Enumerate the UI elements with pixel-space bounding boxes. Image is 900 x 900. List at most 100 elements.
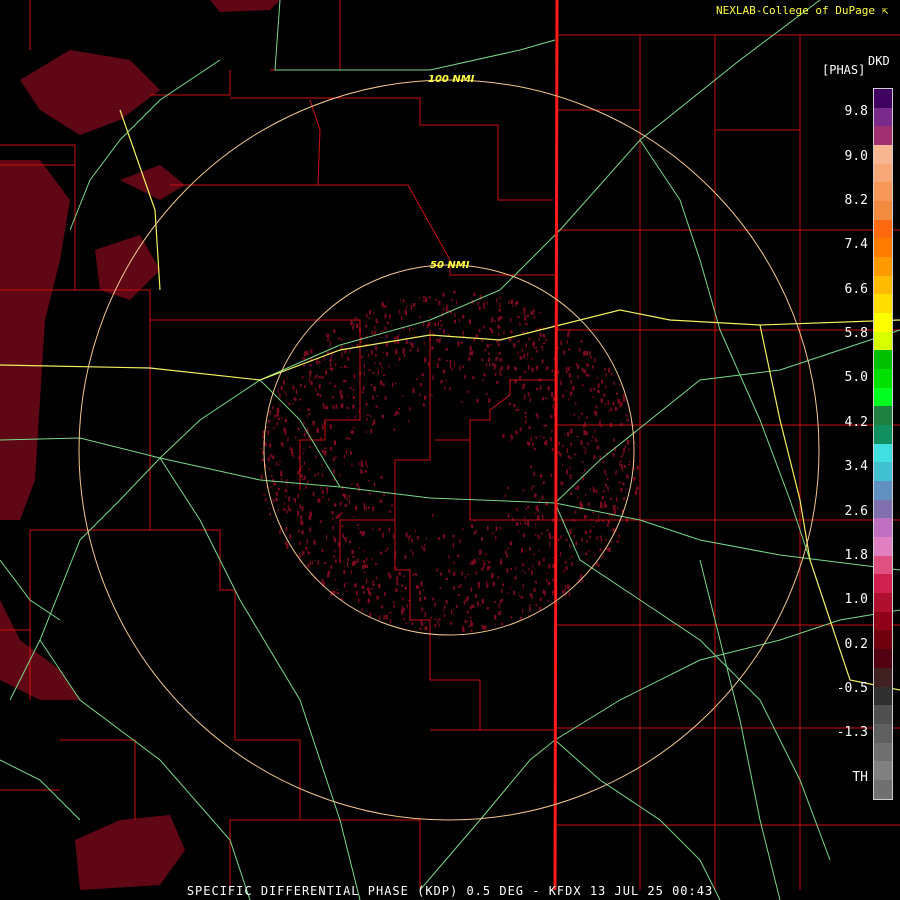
echo-speckle: [417, 347, 419, 353]
echo-speckle: [395, 382, 397, 385]
echo-speckle: [424, 596, 427, 600]
echo-speckle: [356, 483, 359, 487]
echo-speckle: [426, 627, 428, 631]
echo-speckle: [495, 526, 498, 531]
echo-speckle: [495, 536, 497, 540]
echo-speckle: [439, 586, 442, 589]
echo-speckle: [346, 498, 349, 501]
echo-speckle: [455, 605, 458, 609]
echo-speckle: [535, 387, 539, 390]
echo-speckle: [304, 385, 306, 389]
echo-speckle: [303, 448, 305, 450]
echo-speckle: [374, 354, 378, 357]
echo-speckle: [370, 588, 373, 590]
echo-speckle: [625, 488, 627, 491]
echo-speckle: [340, 338, 343, 341]
echo-speckle: [453, 290, 456, 294]
echo-speckle: [335, 404, 338, 409]
echo-speckle: [610, 372, 613, 376]
echo-speckle: [534, 533, 537, 536]
echo-speckle: [403, 352, 406, 358]
echo-speckle: [603, 469, 606, 473]
echo-speckle: [579, 501, 582, 506]
echo-speckle: [489, 363, 491, 367]
echo-speckle: [499, 373, 502, 376]
echo-speckle: [385, 352, 389, 356]
echo-speckle: [473, 531, 475, 535]
echo-speckle: [423, 340, 425, 346]
echo-speckle: [333, 590, 336, 594]
echo-speckle: [510, 330, 513, 334]
legend-units: [PHAS]: [822, 63, 866, 77]
echo-speckle: [269, 410, 271, 415]
color-scale-swatch: [874, 518, 892, 538]
echo-speckle: [552, 578, 554, 582]
echo-speckle: [277, 407, 280, 413]
echo-speckle: [396, 576, 399, 581]
echo-speckle: [509, 440, 511, 442]
echo-speckle: [416, 586, 420, 589]
echo-speckle: [498, 606, 501, 609]
echo-speckle: [486, 363, 488, 368]
echo-speckle: [366, 557, 368, 561]
echo-speckle: [620, 460, 622, 462]
echo-speckle: [451, 367, 453, 371]
echo-speckle: [546, 578, 548, 583]
highway-line: [0, 437, 900, 571]
echo-speckle: [564, 434, 567, 436]
echo-speckle: [434, 602, 436, 607]
echo-speckle: [544, 424, 547, 427]
echo-speckle: [453, 571, 456, 576]
echo-speckle: [522, 563, 525, 567]
echo-speckle: [584, 421, 587, 425]
echo-speckle: [526, 357, 528, 360]
echo-speckle: [340, 367, 343, 368]
echo-speckle: [499, 611, 501, 616]
echo-speckle: [620, 488, 623, 492]
echo-speckle: [332, 405, 335, 410]
echo-speckle: [517, 530, 520, 532]
color-scale-tick-label: 0.2: [844, 637, 868, 652]
echo-speckle: [368, 591, 372, 596]
echo-speckle: [599, 548, 602, 552]
echo-speckle: [577, 496, 579, 499]
echo-speckle: [539, 504, 541, 506]
echo-speckle: [592, 396, 595, 398]
echo-speckle: [307, 480, 309, 484]
echo-speckle: [470, 524, 474, 529]
credit-link[interactable]: NEXLAB-College of DuPage ⇱: [716, 4, 896, 17]
echo-speckle: [272, 498, 275, 503]
echo-speckle: [405, 339, 408, 345]
echo-speckle: [285, 479, 288, 484]
echo-speckle: [510, 587, 512, 589]
echo-speckle: [600, 398, 603, 403]
echo-speckle: [529, 397, 532, 402]
echo-speckle: [634, 490, 638, 495]
echo-speckle: [626, 474, 629, 479]
echo-speckle: [391, 504, 394, 507]
echo-speckle: [475, 334, 478, 338]
echo-speckle: [423, 547, 426, 552]
color-scale-swatch: [874, 387, 892, 407]
echo-speckle: [403, 617, 405, 620]
echo-speckle: [289, 534, 292, 539]
echo-speckle: [616, 540, 619, 543]
radar-map[interactable]: 100 NMI 50 NMI: [0, 0, 900, 900]
echo-speckle: [498, 603, 500, 607]
echo-speckle: [371, 423, 374, 426]
echo-speckle: [342, 533, 344, 538]
echo-speckle: [424, 612, 426, 616]
echo-speckle: [264, 498, 267, 502]
echo-speckle: [489, 344, 492, 346]
echo-speckle: [325, 450, 327, 455]
echo-speckle: [349, 386, 352, 389]
echo-speckle: [440, 380, 443, 384]
echo-speckle: [568, 373, 571, 378]
echo-speckle: [508, 402, 511, 405]
color-scale-tick-label: 5.0: [844, 370, 868, 385]
echo-speckle: [483, 302, 485, 307]
echo-speckle: [285, 495, 287, 498]
color-scale-bar: [873, 88, 893, 800]
echo-speckle: [552, 404, 554, 409]
echo-speckle: [501, 588, 503, 593]
